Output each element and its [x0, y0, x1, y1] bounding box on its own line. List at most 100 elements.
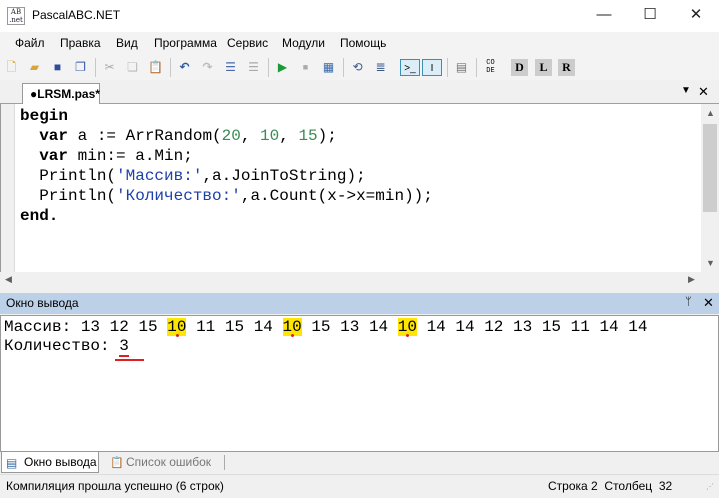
array-value: 13	[340, 318, 360, 336]
close-button[interactable]: ✕	[673, 0, 719, 32]
console-toggle-icon[interactable]: >_	[400, 59, 420, 76]
array-value: 14	[599, 318, 619, 336]
editor-tab-strip	[0, 80, 719, 104]
horizontal-scrollbar[interactable]	[0, 272, 701, 288]
count-label: Количество:	[4, 337, 110, 355]
code-token: var	[39, 127, 69, 145]
menu-edit[interactable]: Правка	[60, 36, 101, 50]
list-icon[interactable]: ▤	[453, 59, 470, 76]
menu-file[interactable]: Файл	[15, 36, 45, 50]
pin-icon[interactable]: ᛘ	[685, 296, 692, 308]
min-value-highlight: 10	[397, 318, 417, 336]
error-list-icon: 📋	[110, 457, 124, 469]
tab-list-dropdown-icon[interactable]: ▼	[681, 85, 691, 96]
code-token: ,a.JoinToString);	[202, 167, 366, 185]
toolbar-separator	[476, 58, 477, 77]
code-token: );	[317, 127, 337, 145]
code-token: 15	[298, 127, 318, 145]
tab-label: Окно вывода	[24, 455, 97, 469]
maximize-button[interactable]: ☐	[627, 0, 673, 32]
save-icon[interactable]: ■	[49, 59, 66, 76]
stop-icon[interactable]: ■	[297, 59, 314, 76]
array-value: 15	[311, 318, 331, 336]
menu-help[interactable]: Помощь	[340, 36, 386, 50]
menu-modules[interactable]: Модули	[282, 36, 325, 50]
toolbar-separator	[447, 58, 448, 77]
code-token: Println(	[20, 187, 117, 205]
code-token: end.	[20, 207, 59, 225]
array-value: 15	[541, 318, 562, 336]
array-value: 14	[426, 318, 446, 336]
tab-separator	[224, 455, 225, 470]
toolbar-separator	[170, 58, 171, 77]
array-value: 14	[368, 318, 389, 336]
minimize-button[interactable]: —	[581, 0, 627, 32]
toolbar-separator	[268, 58, 269, 77]
menu-service[interactable]: Сервис	[227, 36, 268, 50]
array-value: 14	[253, 318, 273, 336]
code-line: Println('Массив:',a.JoinToString);	[20, 166, 366, 186]
count-underline-mark	[115, 359, 144, 361]
new-file-icon[interactable]: 🗋	[3, 59, 20, 76]
output-line-array: Массив: 13 12 15 10 11 15 14 10 15 13 14…	[4, 317, 647, 337]
array-value: 12	[484, 318, 504, 336]
doc-r-icon[interactable]: R	[558, 59, 575, 76]
array-value: 13	[513, 318, 533, 336]
output-line-count: Количество: 3	[4, 336, 129, 357]
close-output-icon[interactable]: ✕	[703, 295, 714, 311]
code-line: end.	[20, 206, 58, 226]
bottom-tab-strip	[0, 452, 719, 474]
code-icon[interactable]: CO DE	[482, 59, 499, 76]
debug-icon[interactable]: ▦	[320, 59, 337, 76]
menu-view[interactable]: Вид	[116, 36, 138, 50]
code-token: 'Количество:'	[116, 187, 241, 205]
redo-icon[interactable]: ↷	[199, 59, 216, 76]
resize-grip-icon[interactable]: ⋰	[706, 482, 714, 491]
save-all-icon[interactable]: ❐	[72, 59, 89, 76]
scroll-down-icon[interactable]: ▼	[706, 258, 715, 268]
code-line: var min:= a.Min;	[20, 146, 193, 166]
doc-d-icon[interactable]: D	[511, 59, 528, 76]
copy-icon[interactable]: ❏	[124, 59, 141, 76]
cut-icon[interactable]: ✂	[101, 59, 118, 76]
tab-lrsm-pas[interactable]: ●LRSM.pas*	[22, 83, 100, 104]
tab-error-list[interactable]: Список ошибок	[126, 455, 211, 469]
array-value: 12	[109, 318, 129, 336]
scroll-up-icon[interactable]: ▲	[706, 108, 715, 118]
array-value: 13	[80, 318, 101, 336]
step-icon[interactable]: ≣	[372, 59, 389, 76]
code-token: ,a.Count(x->x=min));	[240, 187, 433, 205]
status-message: Компиляция прошла успешно (6 строк)	[6, 479, 224, 493]
open-folder-icon[interactable]: ▰	[26, 59, 43, 76]
paste-icon[interactable]: 📋	[147, 59, 164, 76]
count-value: 3	[119, 337, 129, 357]
array-value: 15	[138, 318, 158, 336]
comment-icon[interactable]: ⟲	[349, 59, 366, 76]
output-toggle-icon[interactable]: I	[422, 59, 442, 76]
doc-l-icon[interactable]: L	[535, 59, 552, 76]
menu-program[interactable]: Программа	[154, 36, 217, 50]
code-line: var a := ArrRandom(20, 10, 15);	[20, 126, 337, 146]
window-title: PascalABC.NET	[32, 8, 121, 22]
min-value-highlight: 10	[167, 318, 187, 336]
output-window-icon: ▤	[6, 456, 18, 470]
code-token: 20	[221, 127, 241, 145]
undo-icon[interactable]: ↶	[176, 59, 193, 76]
array-value: 11	[196, 318, 216, 336]
unindent-icon[interactable]: ☰	[245, 59, 262, 76]
scroll-left-icon[interactable]: ◀	[5, 274, 12, 285]
toolbar-separator	[343, 58, 344, 77]
scroll-right-icon[interactable]: ▶	[688, 274, 695, 285]
scrollbar-thumb[interactable]	[703, 124, 717, 212]
code-token: 10	[260, 127, 280, 145]
array-value: 14	[628, 318, 648, 336]
indent-icon[interactable]: ☰	[222, 59, 239, 76]
code-line: Println('Количество:',a.Count(x->x=min))…	[20, 186, 433, 206]
code-line: begin	[20, 106, 68, 126]
code-token: min:= a.Min;	[68, 147, 193, 165]
min-value-highlight: 10	[282, 318, 302, 336]
run-icon[interactable]: ▶	[274, 59, 291, 76]
close-tab-icon[interactable]: ✕	[698, 84, 709, 100]
